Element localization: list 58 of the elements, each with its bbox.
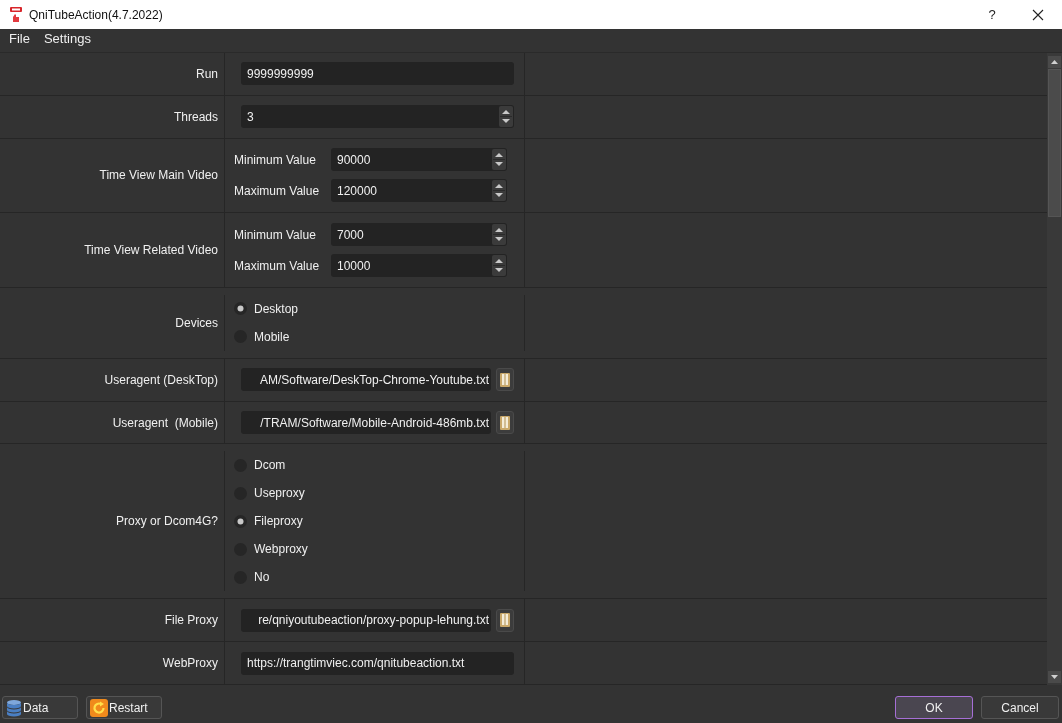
refresh-icon xyxy=(90,698,108,717)
field-label: Minimum Value xyxy=(234,226,317,244)
radio-label[interactable]: Fileproxy xyxy=(254,512,303,531)
radio-label[interactable]: Mobile xyxy=(254,327,290,346)
close-icon xyxy=(1032,8,1044,21)
field-label: Time View Main Video xyxy=(99,167,218,185)
browse-button[interactable] xyxy=(496,368,514,392)
folder-icon xyxy=(499,414,511,431)
radio-label[interactable]: Useproxy xyxy=(254,484,305,503)
file-path-field[interactable]: re/qniyoutubeaction/proxy-popup-lehung.txt xyxy=(241,608,491,632)
stepper-arrows-icon[interactable] xyxy=(492,255,506,277)
field-label: WebProxy xyxy=(162,655,218,673)
radio-button[interactable] xyxy=(234,302,247,316)
field-label: Time View Related Video xyxy=(84,242,218,260)
number-field[interactable]: 90000 xyxy=(331,148,507,172)
folder-icon xyxy=(499,371,511,388)
field-label: Run xyxy=(196,65,218,83)
dialog-button[interactable]: OK xyxy=(895,696,973,719)
dialog-button[interactable]: Cancel xyxy=(981,696,1059,719)
field-label: Useragent (Mobile) xyxy=(112,414,218,432)
text-field[interactable]: https://trangtimviec.com/qnitubeaction.txt xyxy=(241,651,514,675)
field-label: Useragent (DeskTop) xyxy=(104,371,218,389)
browse-button[interactable] xyxy=(496,411,514,435)
number-field[interactable]: 10000 xyxy=(331,254,507,278)
radio-button[interactable] xyxy=(234,514,247,528)
field-label: Proxy or Dcom4G? xyxy=(115,513,218,531)
window-title: QniTubeAction(4.7.2022) xyxy=(29,6,163,24)
menu-item[interactable]: File xyxy=(2,29,37,49)
number-field[interactable]: 7000 xyxy=(331,223,507,247)
text-field[interactable]: 9999999999 xyxy=(241,62,514,86)
field-label: Maximum Value xyxy=(234,182,321,200)
number-field[interactable]: 120000 xyxy=(331,179,507,203)
field-label: File Proxy xyxy=(164,612,218,630)
help-button[interactable]: ? xyxy=(969,0,1015,29)
stepper-arrows-icon[interactable] xyxy=(492,149,506,171)
app-logo-icon xyxy=(9,6,23,23)
menu-item[interactable]: Settings xyxy=(36,29,98,49)
database-icon xyxy=(6,698,22,717)
file-path-field[interactable]: /TRAM/Software/Mobile-Android-486mb.txt xyxy=(241,411,491,435)
stepper-arrows-icon[interactable] xyxy=(499,106,513,128)
field-label: Threads xyxy=(173,108,218,126)
browse-button[interactable] xyxy=(496,608,514,632)
number-field[interactable]: 3 xyxy=(241,105,514,129)
file-path-field[interactable]: AM/Software/DeskTop-Chrome-Youtube.txt xyxy=(241,368,491,392)
folder-icon xyxy=(499,612,511,629)
field-label: Minimum Value xyxy=(234,151,317,169)
stepper-arrows-icon[interactable] xyxy=(492,224,506,246)
radio-label[interactable]: No xyxy=(254,568,270,587)
radio-label[interactable]: Webproxy xyxy=(254,540,308,559)
data-button[interactable]: Data xyxy=(2,696,78,719)
scrollbar[interactable] xyxy=(1047,53,1062,685)
radio-label[interactable]: Desktop xyxy=(254,299,299,318)
scrollbar-thumb[interactable] xyxy=(1048,69,1061,217)
field-label: Devices xyxy=(175,314,218,332)
stepper-arrows-icon[interactable] xyxy=(492,180,506,202)
field-label: Maximum Value xyxy=(234,257,321,275)
restart-button[interactable]: Restart xyxy=(86,696,162,719)
radio-label[interactable]: Dcom xyxy=(254,456,286,475)
